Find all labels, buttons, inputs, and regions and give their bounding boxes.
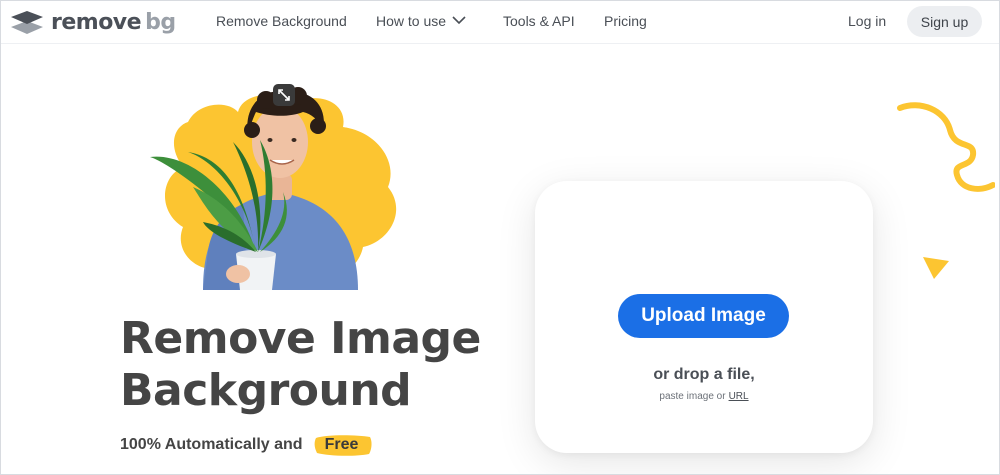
upload-card[interactable]: Upload Image or drop a file, paste image… [535,181,873,453]
logo-icon [11,11,43,34]
hero-title-line1: Remove Image [120,313,481,364]
expand-image-button[interactable] [273,84,295,106]
brand-name: remove bg [51,9,176,35]
decor-triangle [923,257,949,279]
signup-button[interactable]: Sign up [907,6,982,37]
top-navigation: remove bg Remove Background How to use To… [0,0,1000,44]
url-link[interactable]: URL [729,391,749,402]
chevron-down-icon[interactable] [452,15,466,25]
nav-pricing[interactable]: Pricing [604,13,647,29]
hero-title-line2: Background [120,365,412,416]
hero-subtitle: 100% Automatically and Free [120,434,372,456]
hero-title: Remove Image Background [120,313,520,417]
drop-file-text: or drop a file, [653,366,755,383]
hero-subtitle-text: 100% Automatically and [120,436,303,453]
upload-image-button[interactable]: Upload Image [618,294,789,338]
hero-person-image [150,87,397,290]
nav-remove-background[interactable]: Remove Background [216,13,347,29]
login-link[interactable]: Log in [848,13,886,29]
brand-logo[interactable]: remove bg [10,6,176,38]
free-badge: Free [313,434,372,456]
expand-icon [278,89,290,101]
paste-line: paste image or URL [535,391,873,402]
paste-text: paste image or [659,391,726,402]
nav-how-to-use[interactable]: How to use [376,13,446,29]
decor-squiggle [897,102,995,192]
nav-tools-api[interactable]: Tools & API [503,13,575,29]
